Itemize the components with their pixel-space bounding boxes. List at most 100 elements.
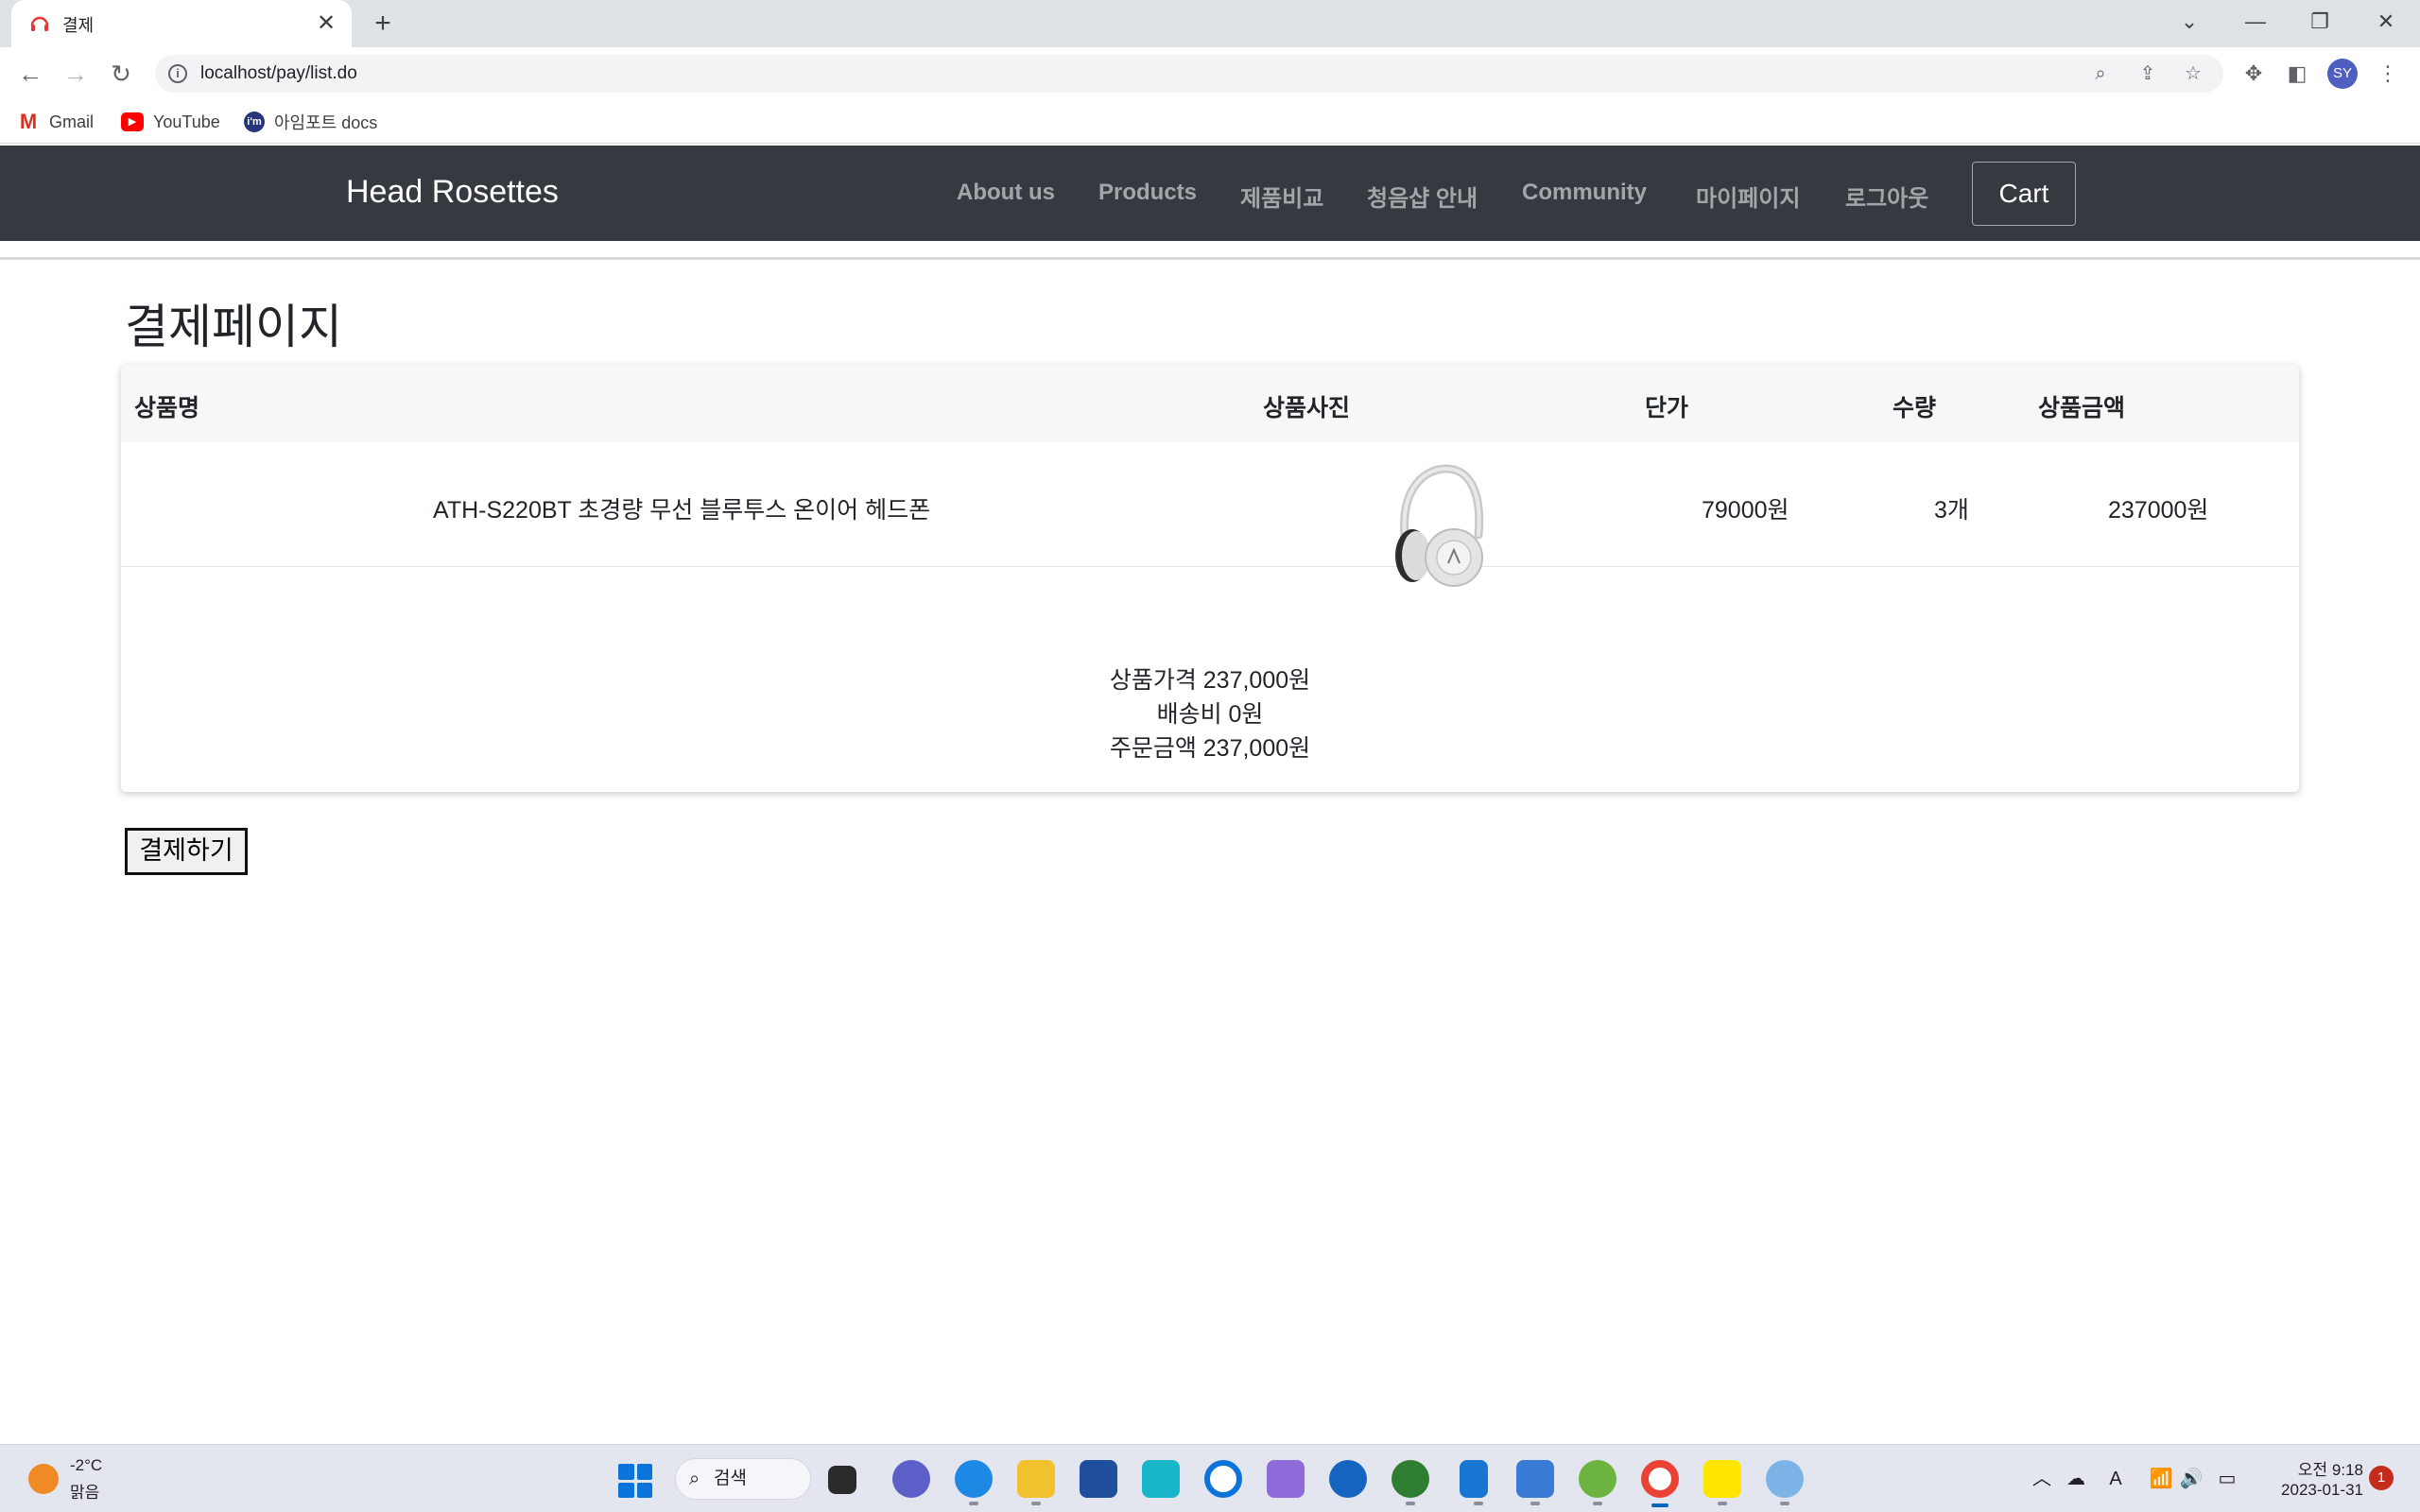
running-indicator	[1780, 1502, 1789, 1505]
edge-icon[interactable]	[955, 1460, 993, 1505]
bookmark-youtube[interactable]: ▶ YouTube	[121, 108, 220, 136]
extensions-icon[interactable]: ✥	[2238, 59, 2269, 89]
unit-price: 79000원	[1702, 497, 1789, 524]
weather-desc[interactable]: 맑음	[70, 1479, 99, 1503]
chrome-icon[interactable]	[1641, 1460, 1679, 1507]
nav-mypage[interactable]: 마이페이지	[1696, 180, 1800, 213]
zoom-icon[interactable]: ⌕	[2087, 60, 2114, 87]
windows-start-icon[interactable]	[618, 1464, 652, 1498]
sync-app-icon[interactable]	[1142, 1460, 1180, 1498]
bookmark-iamport[interactable]: i'm 아임포트 docs	[244, 108, 377, 136]
nav-about-us[interactable]: About us	[957, 180, 1055, 206]
profile-avatar[interactable]: SY	[2327, 59, 2358, 89]
summary-product-price: 상품가격 237,000원	[1109, 667, 1311, 694]
running-indicator	[1474, 1502, 1483, 1505]
header-product-image: 상품사진	[1263, 395, 1351, 421]
order-summary: 상품가격 237,000원 배송비 0원 주문금액 237,000원	[121, 663, 2299, 765]
running-indicator	[1530, 1502, 1540, 1505]
headphones-image	[1395, 464, 1484, 587]
tab-title: 결제	[62, 16, 95, 35]
onedrive-cloud-icon[interactable]: ☁	[2063, 1466, 2089, 1492]
paint-icon[interactable]	[1766, 1460, 1804, 1505]
address-bar[interactable]: i localhost/pay/list.do ⌕ ⇪ ☆	[155, 55, 2223, 93]
cart-button[interactable]: Cart	[1972, 162, 2076, 226]
table-header: 상품명 상품사진 단가 수량 상품금액	[121, 365, 2299, 442]
summary-shipping: 배송비 0원	[1156, 701, 1264, 728]
tab-strip: 결제 ✕ + ⌄ — ❐ ✕	[0, 0, 2420, 47]
header-product-name: 상품명	[134, 395, 200, 421]
bookmark-label: YouTube	[153, 112, 220, 131]
nav-community[interactable]: Community	[1522, 180, 1647, 206]
running-indicator	[969, 1502, 978, 1505]
store-icon[interactable]	[1080, 1460, 1117, 1498]
running-indicator	[1031, 1502, 1041, 1505]
battery-icon[interactable]: ▭	[2214, 1466, 2240, 1492]
browser-toolbar: ← → ↻ i localhost/pay/list.do ⌕ ⇪ ☆ ✥ ◧ …	[0, 47, 2420, 100]
headphones-favicon-icon	[30, 16, 49, 31]
tab-search-icon[interactable]: ⌄	[2167, 6, 2212, 38]
share-icon[interactable]: ⇪	[2135, 60, 2161, 87]
browser-tab[interactable]: 결제 ✕	[11, 0, 352, 47]
clock-date[interactable]: 2023-01-31	[2250, 1481, 2363, 1500]
summary-order-total: 주문금액 237,000원	[1109, 735, 1311, 762]
teams-chat-icon[interactable]	[892, 1460, 930, 1498]
minimize-icon[interactable]: —	[2233, 6, 2278, 38]
pay-button[interactable]: 결제하기	[125, 828, 248, 875]
running-indicator	[1718, 1502, 1727, 1505]
table-row: ATH-S220BT 초경량 무선 블루투스 온이어 헤드폰 79000원 3개…	[121, 442, 2299, 587]
circle-app-icon[interactable]	[1204, 1460, 1242, 1498]
iamport-icon: i'm	[244, 112, 265, 132]
header-unit-price: 단가	[1645, 395, 1689, 421]
bookmark-label: 아임포트 docs	[274, 113, 378, 132]
window-close-icon[interactable]: ✕	[2363, 6, 2409, 38]
site-info-icon[interactable]: i	[168, 64, 187, 83]
nav-compare[interactable]: 제품비교	[1240, 180, 1323, 213]
search-icon: ⌕	[689, 1469, 700, 1489]
menu-kebab-icon[interactable]: ⋮	[2373, 59, 2403, 89]
line-amount: 237000원	[2108, 497, 2209, 524]
taskbar: -2°C 맑음 ⌕ 검색 ︿ ☁ A 📶 🔊 ▭ 오전 9:18 2023-01…	[0, 1444, 2420, 1512]
nav-logout[interactable]: 로그아웃	[1845, 180, 1928, 213]
gmail-icon: M	[19, 110, 38, 133]
back-icon[interactable]: ←	[13, 57, 47, 91]
restore-icon[interactable]: ❐	[2297, 6, 2342, 38]
tray-overflow-icon[interactable]: ︿	[2029, 1466, 2055, 1492]
side-panel-icon[interactable]: ◧	[2282, 59, 2312, 89]
url-text[interactable]: localhost/pay/list.do	[200, 63, 357, 84]
weather-sun-icon[interactable]	[28, 1464, 59, 1494]
arrow-app-icon[interactable]	[1329, 1460, 1367, 1498]
tab-close-icon[interactable]: ✕	[312, 9, 340, 38]
file-explorer-icon[interactable]	[1017, 1460, 1055, 1505]
taskbar-search[interactable]: ⌕ 검색	[675, 1458, 811, 1500]
forward-icon[interactable]: →	[59, 57, 93, 91]
clock-time[interactable]: 오전 9:18	[2259, 1456, 2363, 1480]
wifi-icon[interactable]: 📶	[2148, 1466, 2174, 1492]
hs-app-icon[interactable]	[1392, 1460, 1429, 1505]
search-label: 검색	[714, 1469, 747, 1488]
notification-badge[interactable]: 1	[2369, 1466, 2394, 1490]
site-navbar: Head Rosettes About us Products 제품비교 청음샵…	[0, 146, 2420, 241]
task-view-icon[interactable]	[828, 1466, 856, 1494]
quantity: 3개	[1934, 497, 1969, 524]
kakaotalk-icon[interactable]	[1703, 1460, 1741, 1505]
photos-icon[interactable]	[1516, 1460, 1554, 1505]
running-indicator	[1406, 1502, 1415, 1505]
reload-icon[interactable]: ↻	[104, 57, 138, 91]
bookmark-star-icon[interactable]: ☆	[2180, 60, 2206, 87]
nav-products[interactable]: Products	[1098, 180, 1197, 206]
spring-tool-icon[interactable]	[1579, 1460, 1616, 1505]
new-tab-icon[interactable]: +	[367, 8, 399, 40]
active-indicator	[1651, 1503, 1668, 1507]
bookmark-gmail[interactable]: M Gmail	[17, 108, 94, 136]
notepad-icon[interactable]	[1460, 1460, 1488, 1505]
product-name: ATH-S220BT 초경량 무선 블루투스 온이어 헤드폰	[433, 497, 931, 524]
nav-listening-shop[interactable]: 청음샵 안내	[1367, 180, 1478, 213]
terminal-app-icon[interactable]	[1267, 1460, 1305, 1498]
brand-logo[interactable]: Head Rosettes	[346, 174, 559, 211]
weather-temp[interactable]: -2°C	[70, 1456, 102, 1475]
ime-icon[interactable]: A	[2102, 1466, 2129, 1492]
divider	[0, 257, 2420, 260]
header-quantity: 수량	[1893, 395, 1937, 421]
volume-icon[interactable]: 🔊	[2178, 1466, 2204, 1492]
running-indicator	[1593, 1502, 1602, 1505]
